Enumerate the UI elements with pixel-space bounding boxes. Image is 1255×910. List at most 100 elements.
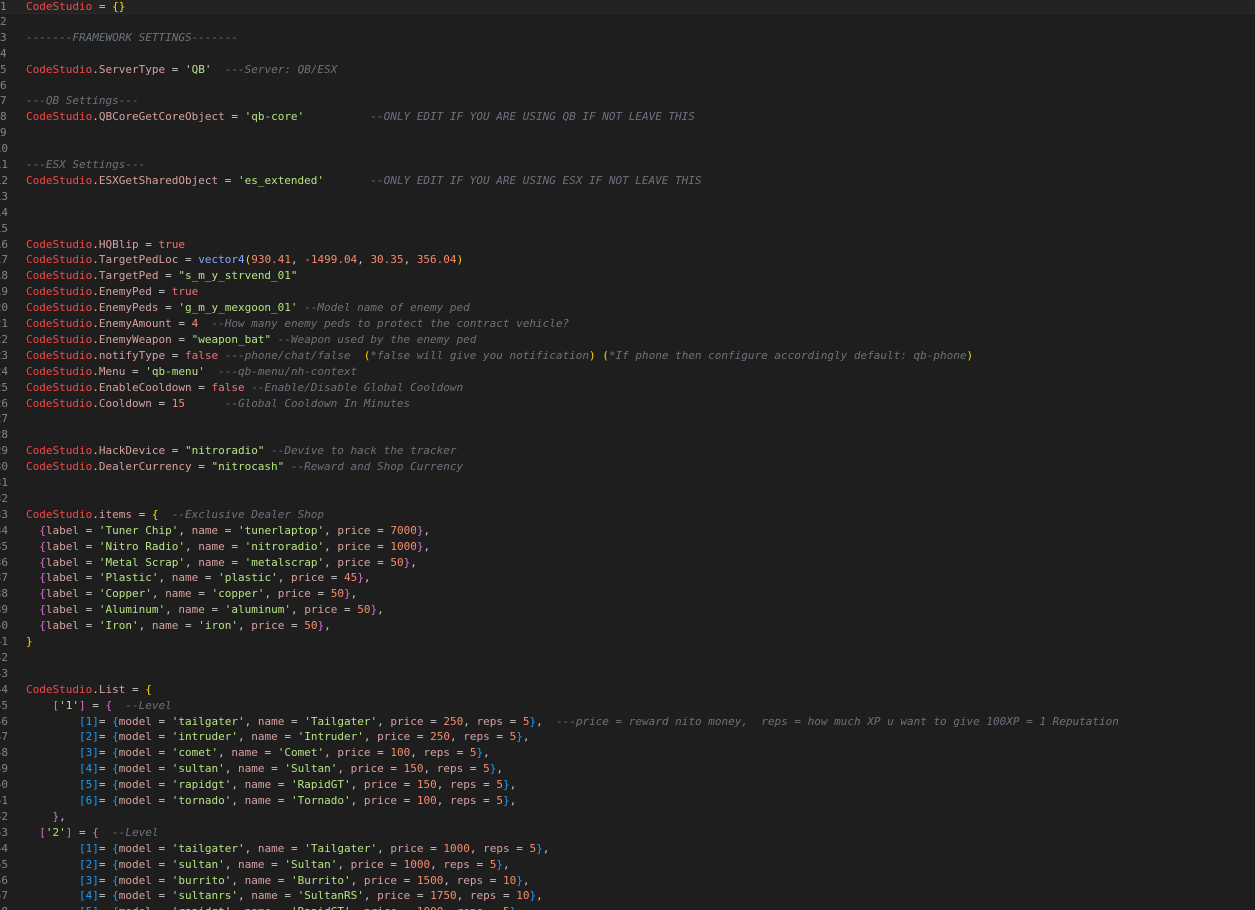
code-token: {: [112, 905, 119, 910]
code-token: =: [277, 889, 298, 903]
code-line[interactable]: 25 CodeStudio.EnableCooldown = false --En…: [0, 380, 1255, 396]
code-token: {: [39, 587, 46, 601]
code-line[interactable]: 9: [0, 125, 1255, 141]
code-line[interactable]: 17 CodeStudio.TargetPedLoc = vector4(930.…: [0, 252, 1255, 268]
code-line[interactable]: 27: [0, 411, 1255, 427]
code-line[interactable]: 6: [0, 78, 1255, 94]
code-line[interactable]: 53 ['2'] = { --Level: [0, 825, 1255, 841]
code-line[interactable]: 30 CodeStudio.DealerCurrency = "nitrocash…: [0, 459, 1255, 475]
code-token: name: [151, 619, 179, 633]
code-editor[interactable]: 1 CodeStudio = {} 2 3 -------FRAMEWORK SETTI…: [0, 0, 1255, 910]
code-line[interactable]: 11 ---ESX Settings---: [0, 157, 1255, 173]
code-line[interactable]: 40 {label = 'Iron', name = 'iron', price…: [0, 618, 1255, 634]
code-line[interactable]: 39 {label = 'Aluminum', name = 'aluminum…: [0, 602, 1255, 618]
code-line[interactable]: 3 -------FRAMEWORK SETTINGS-------: [0, 30, 1255, 46]
code-line[interactable]: 51 [6]= {model = 'tornado', name = 'Torn…: [0, 793, 1255, 809]
code-line[interactable]: 22 CodeStudio.EnemyWeapon = "weapon_bat" …: [0, 332, 1255, 348]
code-line[interactable]: 57 [4]= {model = 'sultanrs', name = 'Sul…: [0, 888, 1255, 904]
code-token: price: [363, 873, 397, 887]
code-line[interactable]: 45 ['1'] = { --Level: [0, 698, 1255, 714]
code-token: ,: [290, 253, 305, 267]
code-token: =: [218, 523, 238, 537]
code-line[interactable]: 41}: [0, 634, 1255, 650]
code-token: reps: [463, 730, 490, 744]
code-line[interactable]: 13: [0, 189, 1255, 205]
code-line[interactable]: 15: [0, 221, 1255, 237]
line-number: 33: [0, 507, 8, 521]
code-line[interactable]: 47 [2]= {model = 'intruder', name = 'Int…: [0, 729, 1255, 745]
line-number: 44: [0, 682, 8, 696]
code-line[interactable]: 14: [0, 205, 1255, 221]
code-line[interactable]: 49 [4]= {model = 'sultan', name = 'Sulta…: [0, 761, 1255, 777]
code-line[interactable]: 34 {label = 'Tuner Chip', name = 'tunerl…: [0, 523, 1255, 539]
code-line[interactable]: 52 },: [0, 809, 1255, 825]
code-line[interactable]: 33 CodeStudio.items = { --Exclusive Deale…: [0, 507, 1255, 523]
code-line[interactable]: 10: [0, 141, 1255, 157]
code-token: 'es_extended': [237, 173, 325, 187]
code-token: =: [271, 794, 291, 807]
code-token: ,: [264, 587, 278, 601]
code-line[interactable]: 28: [0, 427, 1255, 443]
code-line[interactable]: 48 [3]= {model = 'comet', name = 'Comet'…: [0, 745, 1255, 761]
code-line[interactable]: 54 [1]= {model = 'tailgater', name = 'Ta…: [0, 841, 1255, 857]
code-line[interactable]: 24 CodeStudio.Menu = 'qb-menu' ---qb-menu…: [0, 364, 1255, 380]
code-line[interactable]: 43: [0, 666, 1255, 682]
code-line[interactable]: 35 {label = 'Nitro Radio', name = 'nitro…: [0, 539, 1255, 555]
code-token: model: [118, 778, 152, 792]
code-line[interactable]: 8 CodeStudio.QBCoreGetCoreObject = 'qb-co…: [0, 109, 1255, 125]
code-line[interactable]: 26 CodeStudio.Cooldown = 15 --Global Cool…: [0, 396, 1255, 412]
code-token: =: [79, 539, 99, 553]
code-token: CodeStudio: [26, 348, 93, 362]
code-line[interactable]: 37 {label = 'Plastic', name = 'plastic',…: [0, 570, 1255, 586]
code-line[interactable]: 2: [0, 14, 1255, 30]
code-line[interactable]: 7 ---QB Settings---: [0, 93, 1255, 109]
code-text: -------FRAMEWORK SETTINGS-------: [26, 30, 238, 46]
code-line[interactable]: 20 CodeStudio.EnemyPeds = 'g_m_y_mexgoon_…: [0, 300, 1255, 316]
code-line[interactable]: 38 {label = 'Copper', name = 'copper', p…: [0, 586, 1255, 602]
code-token: {: [112, 778, 119, 792]
code-token: ---qb-menu/nh-context: [218, 364, 358, 378]
line-number: 32: [0, 491, 8, 505]
code-token: {}: [112, 0, 126, 13]
code-line[interactable]: 19 CodeStudio.EnemyPed = true: [0, 284, 1255, 300]
code-line[interactable]: 16 CodeStudio.HQBlip = true: [0, 237, 1255, 253]
code-token: 'sultan': [171, 857, 225, 871]
code-line[interactable]: 50 [5]= {model = 'rapidgt', name = 'Rapi…: [0, 777, 1255, 793]
code-line[interactable]: 44 CodeStudio.List = {: [0, 682, 1255, 698]
code-line[interactable]: 32: [0, 491, 1255, 507]
code-line[interactable]: 42: [0, 650, 1255, 666]
code-token: model: [118, 857, 152, 871]
code-line[interactable]: 36 {label = 'Metal Scrap', name = 'metal…: [0, 555, 1255, 571]
code-line[interactable]: 5 CodeStudio.ServerType = 'QB' ---Server:…: [0, 62, 1255, 78]
code-token: ,: [410, 746, 424, 760]
code-line[interactable]: 58 [5]= {model = 'rapidgt', name = 'Rapi…: [0, 904, 1255, 910]
code-token: 'burrito': [171, 873, 232, 887]
code-token: =: [277, 730, 298, 744]
line-number: 36: [0, 555, 8, 569]
code-token: EnemyWeapon: [98, 332, 172, 346]
code-line[interactable]: 56 [3]= {model = 'burrito', name = 'Burr…: [0, 873, 1255, 889]
code-line[interactable]: 23 CodeStudio.notifyType = false ---phone…: [0, 348, 1255, 364]
code-line[interactable]: 4: [0, 46, 1255, 62]
code-line[interactable]: 12 CodeStudio.ESXGetSharedObject = 'es_ex…: [0, 173, 1255, 189]
code-token: reps: [456, 873, 484, 887]
code-text: CodeStudio.notifyType = false ---phone/c…: [26, 348, 973, 364]
code-token: 'comet': [171, 746, 219, 760]
code-line[interactable]: 21 CodeStudio.EnemyAmount = 4 --How many …: [0, 316, 1255, 332]
code-token: CodeStudio: [26, 173, 93, 187]
code-line[interactable]: 46 [1]= {model = 'tailgater', name = 'Ta…: [0, 714, 1255, 730]
code-line[interactable]: 1 CodeStudio = {}: [0, 0, 1255, 14]
code-token: name: [237, 762, 265, 776]
code-text: {label = 'Plastic', name = 'plastic', pr…: [26, 570, 370, 586]
code-text: }: [26, 634, 33, 650]
code-line[interactable]: 31: [0, 475, 1255, 491]
code-token: {: [39, 555, 46, 569]
code-line[interactable]: 55 [2]= {model = 'sultan', name = 'Sulta…: [0, 857, 1255, 873]
code-line[interactable]: 29 CodeStudio.HackDevice = "nitroradio" -…: [0, 443, 1255, 459]
code-line[interactable]: 18 CodeStudio.TargetPed = "s_m_y_strvend_…: [0, 268, 1255, 284]
